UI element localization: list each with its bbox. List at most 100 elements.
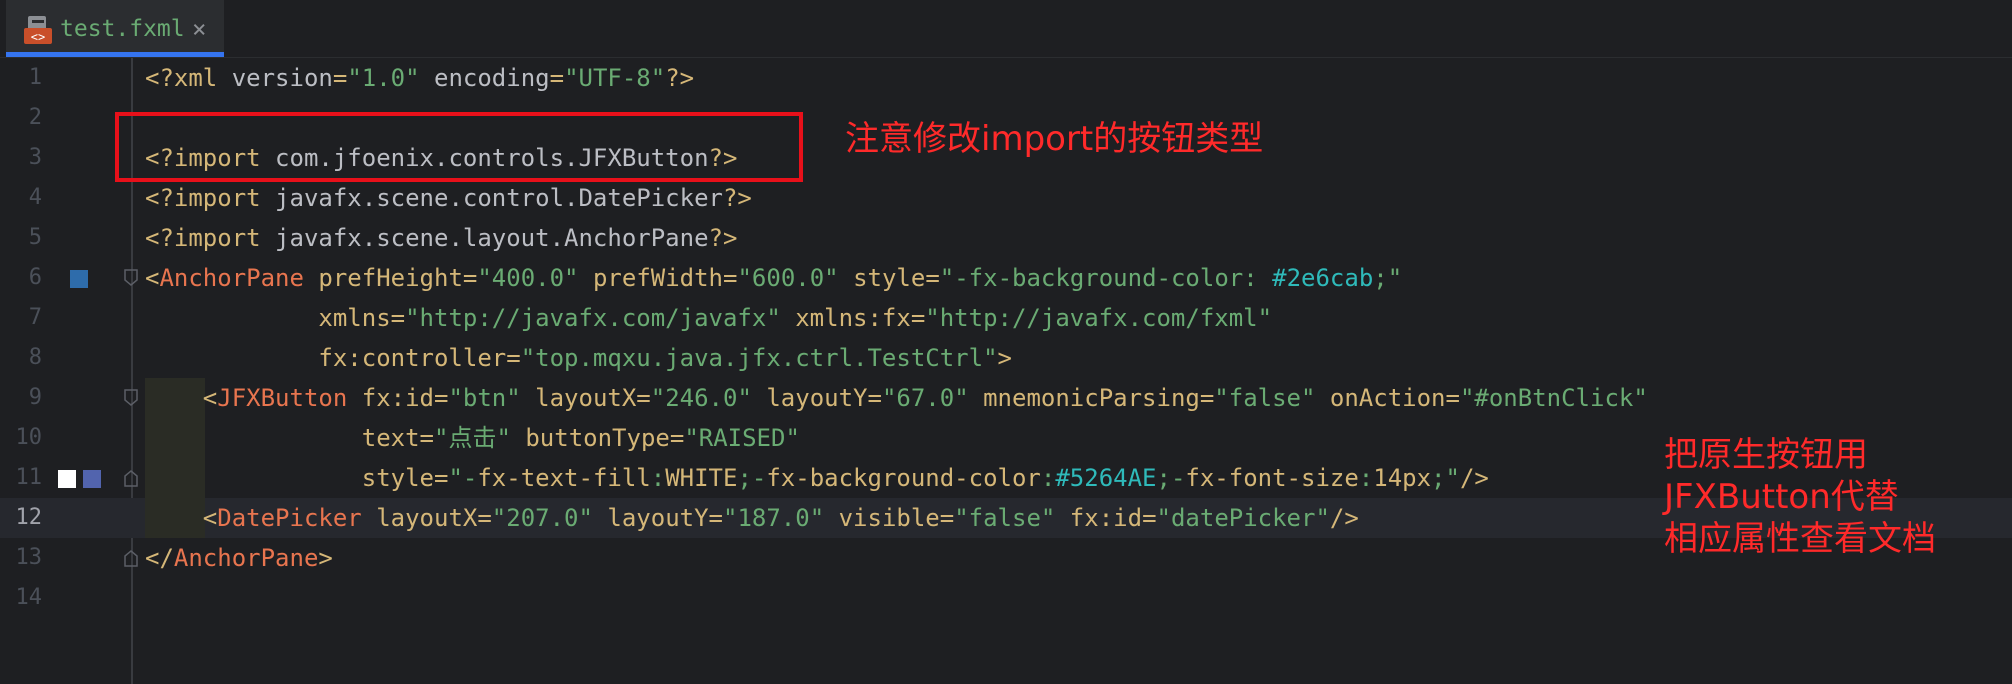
code-token: ;-: [1156, 464, 1186, 492]
code-text[interactable]: style="-fx-text-fill:WHITE;-fx-backgroun…: [145, 458, 1489, 498]
code-token: =: [419, 424, 434, 452]
code-token: "67.0": [881, 384, 969, 412]
line-number[interactable]: 13: [0, 538, 43, 578]
code-token: fx:id: [1055, 504, 1143, 532]
line-number[interactable]: 7: [0, 298, 42, 338]
code-token: "-fx-background-color:: [939, 264, 1273, 292]
code-token: DatePicker: [217, 504, 362, 532]
code-token: <?import: [145, 224, 276, 252]
code-text[interactable]: <JFXButton fx:id="btn" layoutX="246.0" l…: [145, 378, 1648, 418]
code-line[interactable]: 1 <?xml version="1.0" encoding="UTF-8"?>: [0, 58, 2012, 98]
line-number[interactable]: 1: [0, 58, 42, 98]
code-text[interactable]: <AnchorPane prefHeight="400.0" prefWidth…: [145, 258, 1402, 298]
code-token: >: [997, 344, 1012, 372]
code-token: WHITE: [665, 464, 738, 492]
code-token: "top.mqxu.java.jfx.ctrl.TestCtrl": [520, 344, 998, 372]
code-token: "false": [954, 504, 1056, 532]
code-line[interactable]: 9 <JFXButton fx:id="btn" layoutX="246.0"…: [0, 378, 2012, 418]
code-token: prefHeight: [303, 264, 463, 292]
code-token: fx-text-fill: [477, 464, 651, 492]
line-number[interactable]: 10: [0, 418, 43, 458]
code-token: fx:controller: [145, 344, 507, 372]
color-swatch-icon[interactable]: [58, 470, 76, 488]
annotation-highlight-box: [115, 112, 803, 182]
code-token: <: [145, 264, 160, 292]
code-token: =: [723, 264, 738, 292]
code-token: <?import: [145, 184, 276, 212]
fold-open-icon[interactable]: [122, 268, 140, 288]
line-number[interactable]: 11: [0, 458, 43, 498]
code-token: "187.0": [723, 504, 825, 532]
code-token: =: [910, 304, 926, 332]
code-token: "btn": [448, 384, 521, 412]
code-text[interactable]: <?import javafx.scene.control.DatePicker…: [145, 178, 752, 218]
code-token: layoutX: [520, 384, 637, 412]
code-token: ?>: [665, 64, 695, 92]
code-text[interactable]: <DatePicker layoutX="207.0" layoutY="187…: [145, 498, 1359, 538]
code-token: ;": [1431, 464, 1460, 492]
code-token: ?>: [708, 224, 738, 252]
line-number[interactable]: 2: [0, 98, 42, 138]
code-token: onAction: [1315, 384, 1446, 412]
code-text[interactable]: <?import javafx.scene.layout.AnchorPane?…: [145, 218, 737, 258]
code-token: =: [1199, 384, 1215, 412]
code-token: visible: [824, 504, 940, 532]
code-token: "http://javafx.com/javafx": [405, 304, 781, 332]
code-token: text: [145, 424, 420, 452]
editor-tab-bar: <> test.fxml ×: [0, 0, 2012, 58]
code-token: style: [838, 264, 926, 292]
code-text[interactable]: </AnchorPane>: [145, 538, 333, 578]
code-token: </: [145, 544, 174, 572]
color-swatch-icon[interactable]: [83, 470, 101, 488]
fold-end-icon[interactable]: [122, 468, 140, 488]
line-number[interactable]: 6: [0, 258, 42, 298]
code-token: AnchorPane: [159, 264, 304, 292]
code-text[interactable]: <?xml version="1.0" encoding="UTF-8"?>: [145, 58, 694, 98]
code-line[interactable]: 8 fx:controller="top.mqxu.java.jfx.ctrl.…: [0, 338, 2012, 378]
color-swatch-icon[interactable]: [70, 270, 88, 288]
code-token: ?>: [722, 184, 752, 212]
code-token: <?xml: [145, 64, 232, 92]
code-token: buttonType: [510, 424, 670, 452]
code-token: =: [477, 504, 492, 532]
line-number[interactable]: 3: [0, 138, 42, 178]
tab-test-fxml[interactable]: <> test.fxml ×: [6, 0, 224, 57]
code-line[interactable]: 7 xmlns="http://javafx.com/javafx" xmlns…: [0, 298, 2012, 338]
code-token: =: [506, 344, 521, 372]
code-token: <: [145, 504, 218, 532]
code-text[interactable]: text="点击" buttonType="RAISED": [145, 418, 800, 458]
close-icon[interactable]: ×: [192, 14, 206, 44]
code-token: :: [1040, 464, 1056, 492]
code-token: layoutX: [361, 504, 478, 532]
code-token: "207.0": [491, 504, 593, 532]
line-number[interactable]: 14: [0, 578, 43, 618]
code-line[interactable]: 14: [0, 578, 2012, 618]
code-token: style: [145, 464, 434, 492]
code-line[interactable]: 5 <?import javafx.scene.layout.AnchorPane…: [0, 218, 2012, 258]
line-number[interactable]: 4: [0, 178, 42, 218]
code-token: "http://javafx.com/fxml": [925, 304, 1273, 332]
code-text[interactable]: xmlns="http://javafx.com/javafx" xmlns:f…: [145, 298, 1272, 338]
code-line[interactable]: 6 <AnchorPane prefHeight="400.0" prefWidt…: [0, 258, 2012, 298]
code-token: =: [332, 64, 348, 92]
code-token: =: [708, 504, 723, 532]
annotation-import-note: 注意修改import的按钮类型: [845, 119, 1264, 159]
code-text[interactable]: fx:controller="top.mqxu.java.jfx.ctrl.Te…: [145, 338, 1012, 378]
code-line[interactable]: 4 <?import javafx.scene.control.DatePicke…: [0, 178, 2012, 218]
line-number[interactable]: 12: [0, 498, 43, 538]
code-token: AnchorPane: [173, 544, 319, 572]
code-token: mnemonicParsing: [968, 384, 1200, 412]
fold-end-icon[interactable]: [122, 548, 140, 568]
code-token: >: [318, 544, 333, 572]
annotation-replace-note: 把原生按钮用 JFXButton代替 相应属性查看文档: [1664, 435, 1936, 559]
code-token: "-: [448, 464, 478, 492]
line-number[interactable]: 9: [0, 378, 42, 418]
line-number[interactable]: 5: [0, 218, 42, 258]
line-number[interactable]: 8: [0, 338, 42, 378]
code-token: fx-background-color: [766, 464, 1041, 492]
fold-open-icon[interactable]: [122, 388, 140, 408]
code-token: />: [1459, 464, 1489, 492]
code-token: layoutY: [592, 504, 709, 532]
code-token: #2e6cab: [1272, 264, 1374, 292]
code-token: =: [390, 304, 406, 332]
